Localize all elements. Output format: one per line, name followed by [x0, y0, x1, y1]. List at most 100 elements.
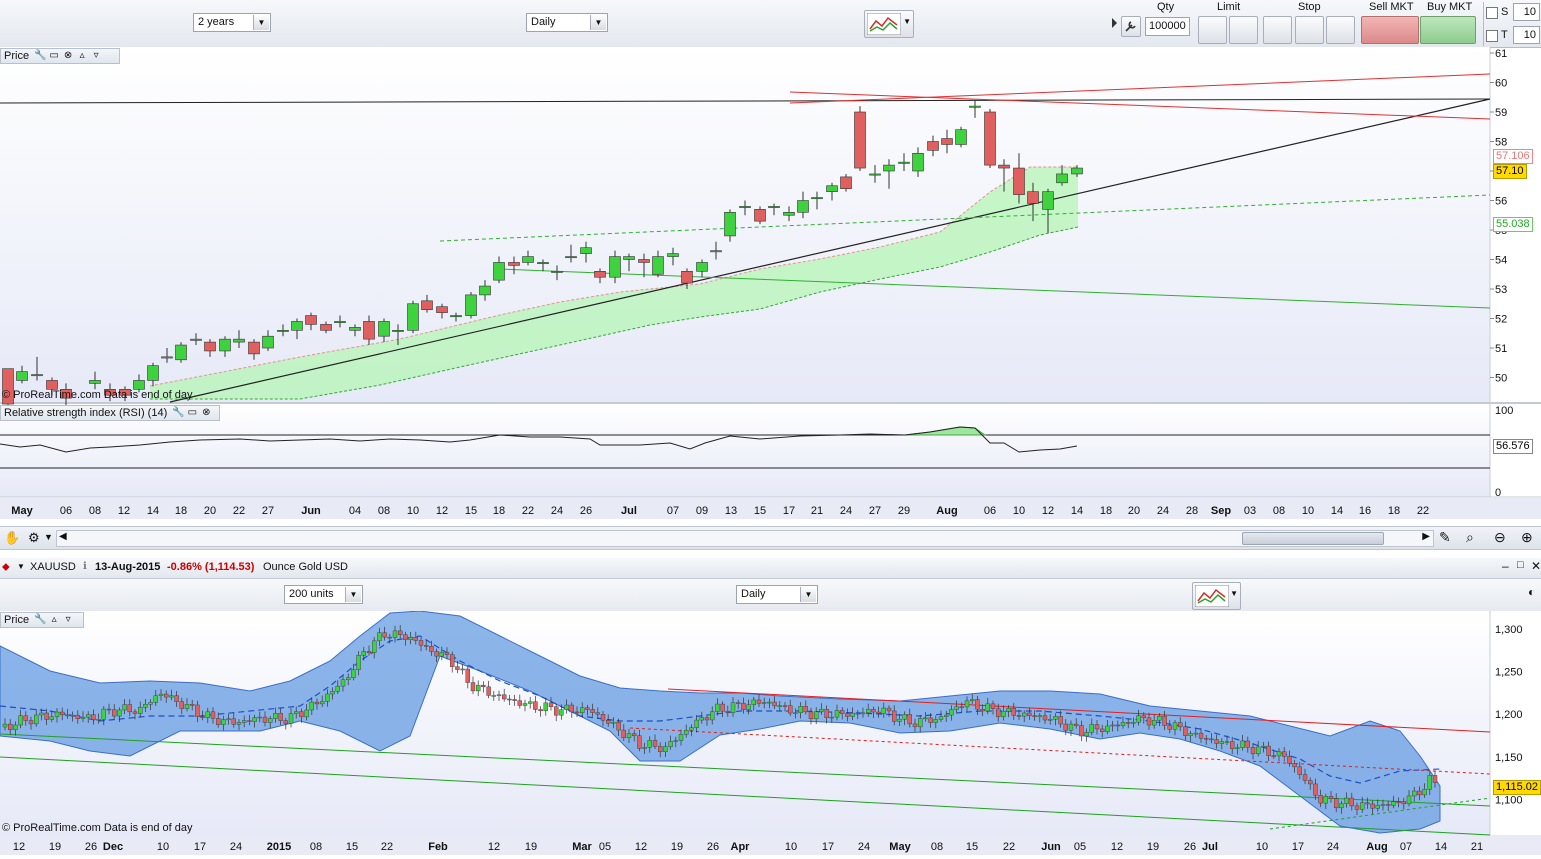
wrench-icon[interactable]: 🔧: [34, 50, 46, 62]
wrench-icon[interactable]: 🔧: [34, 614, 46, 626]
candle-down: [1250, 747, 1256, 755]
x-tick-label: 10: [157, 841, 169, 853]
candle-up: [117, 709, 122, 717]
minimize-icon[interactable]: –: [1502, 559, 1509, 573]
symbol-label[interactable]: XAUUSD: [30, 561, 76, 573]
move-up-icon[interactable]: ▵: [48, 614, 60, 626]
zoom-fit-icon[interactable]: ⌕: [1466, 529, 1474, 546]
chart-indicator-icon: [1195, 585, 1229, 607]
instrument-name: Ounce Gold USD: [263, 561, 348, 573]
s-input[interactable]: 10: [1513, 3, 1540, 21]
candle-down: [548, 702, 554, 707]
upper-chart[interactable]: 6160595857565554535251501000 May06081214…: [0, 47, 1541, 519]
stop-buy-button[interactable]: [1263, 16, 1292, 44]
candle-up: [663, 746, 668, 752]
zoom-in-icon[interactable]: ⊕: [1521, 529, 1533, 546]
candle-up: [407, 303, 419, 331]
x-tick-label: 03: [1244, 505, 1256, 517]
sell-mkt-button[interactable]: [1361, 16, 1419, 44]
wrench-icon[interactable]: 🔧: [172, 407, 184, 419]
limit-sell-button[interactable]: [1229, 16, 1258, 44]
x-tick-label: Aug: [936, 505, 957, 517]
stop-sell-button[interactable]: [1295, 16, 1324, 44]
lower-indicators-button[interactable]: ▼: [1192, 582, 1241, 610]
candle-up: [169, 695, 174, 698]
s-checkbox[interactable]: [1486, 7, 1498, 19]
candle-up: [623, 256, 635, 260]
candle-up: [985, 703, 990, 712]
pin-icon[interactable]: ⬥: [2, 561, 10, 574]
horizontal-scrollbar[interactable]: ◀ ▶: [56, 530, 1434, 547]
zoom-out-icon[interactable]: ⊖: [1494, 529, 1506, 546]
draw-tool-icon[interactable]: ✎: [1439, 529, 1451, 546]
x-tick-label: 20: [1128, 505, 1140, 517]
candle-up: [1224, 741, 1230, 743]
candle-down: [1245, 740, 1251, 748]
candle-down: [1141, 715, 1147, 719]
window-icon[interactable]: ▭: [48, 50, 60, 62]
candle-up: [647, 740, 652, 748]
t-input[interactable]: 10: [1513, 26, 1540, 44]
y-tick-label: 50: [1495, 373, 1507, 385]
window-icon[interactable]: ▭: [186, 407, 198, 419]
candle-up: [626, 733, 632, 739]
close-icon[interactable]: ⊗: [200, 407, 212, 419]
candle-up: [694, 719, 699, 728]
chart-type-icon[interactable]: ⚙: [28, 530, 40, 546]
scroll-right-icon[interactable]: ▶: [1422, 531, 1430, 542]
candle-up: [1022, 712, 1027, 717]
lower-interval-select[interactable]: Daily ▼: [736, 585, 818, 604]
x-tick-label: 17: [1292, 841, 1304, 853]
chevron-down-icon[interactable]: ▼: [44, 532, 53, 542]
info-icon[interactable]: ℹ: [83, 561, 87, 572]
candle-down: [314, 701, 320, 705]
period-select[interactable]: 2 years ▼: [193, 13, 271, 32]
y-tick-label: 54: [1495, 255, 1507, 267]
candle-down: [424, 645, 429, 647]
candle-up: [257, 716, 262, 719]
candle-up: [678, 734, 684, 741]
close-icon[interactable]: ✕: [1531, 559, 1541, 573]
candle-down: [132, 711, 138, 714]
move-down-icon[interactable]: ▿: [62, 614, 74, 626]
candle-down: [1354, 805, 1360, 810]
x-tick-label: Apr: [731, 841, 751, 853]
wrench-icon[interactable]: [1121, 16, 1141, 37]
candle-up: [696, 262, 708, 272]
candle-down: [278, 712, 283, 721]
candle-up: [970, 699, 975, 702]
scroll-left-icon[interactable]: ◀: [59, 531, 67, 542]
rsi-plot-area: [0, 404, 1490, 497]
move-down-icon[interactable]: ▿: [90, 50, 102, 62]
indicators-button[interactable]: ▼: [864, 10, 914, 38]
chart-hand-icon[interactable]: ✋: [4, 530, 20, 546]
side-panel-toggle-icon[interactable]: ◐: [1528, 585, 1541, 605]
x-tick-label: 09: [696, 505, 708, 517]
buy-mkt-button[interactable]: [1420, 16, 1476, 44]
x-tick-label: 12: [1111, 841, 1123, 853]
units-select[interactable]: 200 units ▼: [284, 585, 363, 604]
chevron-down-icon[interactable]: ▼: [17, 562, 25, 571]
rsi-title-text: Relative strength index (RSI) (14): [4, 407, 168, 419]
x-tick-label: 07: [1400, 841, 1412, 853]
scroll-thumb[interactable]: [1242, 532, 1384, 545]
limit-buy-button[interactable]: [1198, 16, 1227, 44]
move-up-icon[interactable]: ▵: [76, 50, 88, 62]
change-label: -0.86% (1,114.53): [167, 561, 255, 573]
candle-up: [565, 256, 577, 259]
qty-input[interactable]: 100000: [1145, 17, 1190, 36]
candle-down: [382, 632, 387, 638]
lower-chart[interactable]: 1,300 1,250 1,200 1,150 1,100 12 19 26 Dec 10 17 2…: [0, 611, 1541, 859]
close-icon[interactable]: ⊗: [62, 50, 74, 62]
candle-down: [320, 324, 332, 331]
candle-up: [1422, 789, 1427, 796]
interval-select[interactable]: Daily ▼: [526, 13, 608, 32]
candle-down: [984, 111, 996, 166]
units-select-value: 200 units: [289, 588, 334, 600]
x-tick-label: 20: [204, 505, 216, 517]
maximize-icon[interactable]: □: [1517, 559, 1524, 571]
stop-extra-button[interactable]: [1326, 16, 1355, 44]
chevron-down-icon: ▼: [253, 15, 269, 30]
collapse-arrow-icon[interactable]: [1112, 4, 1117, 42]
t-checkbox[interactable]: [1486, 30, 1498, 42]
